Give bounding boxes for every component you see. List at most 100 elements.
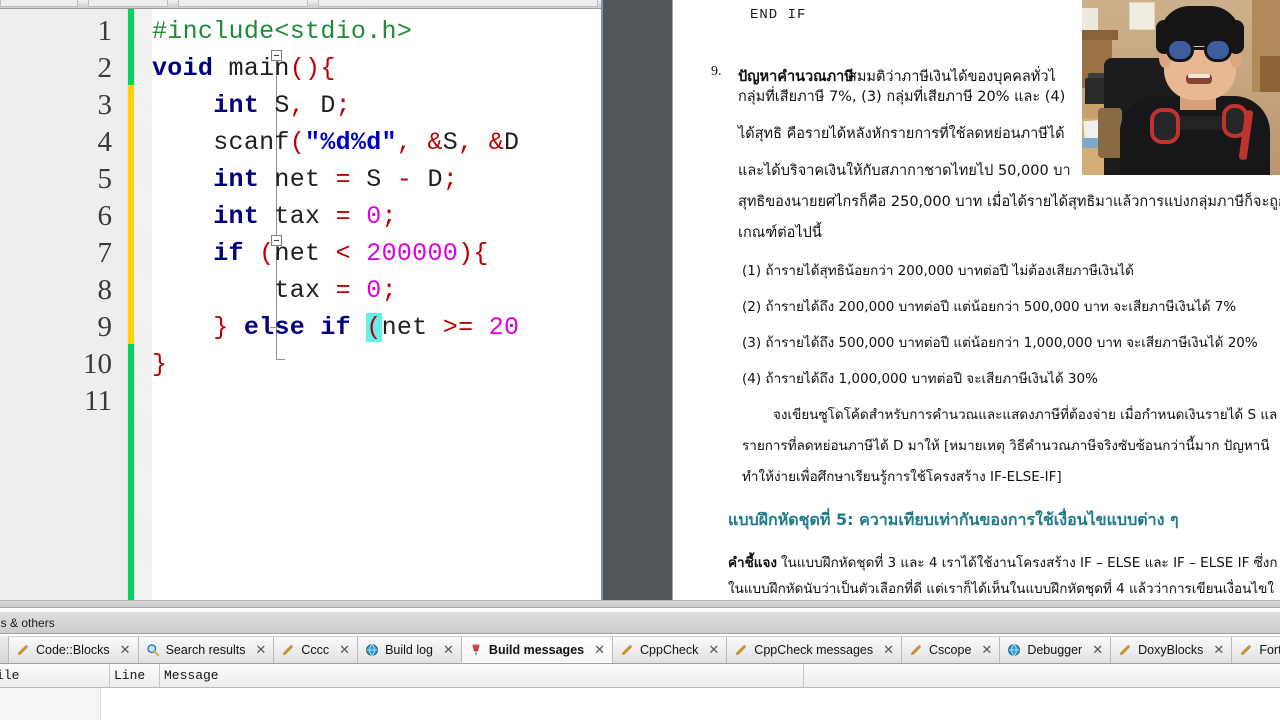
condition-3: (3) ถ้ารายได้ถึง 500,000 บาทต่อปี แต่น้อ… (742, 335, 1258, 351)
tab-label: Debugger (1027, 643, 1083, 657)
code-row[interactable]: 4 scanf("%d%d", &S, &D (0, 124, 603, 161)
messages-grid-divider-1 (100, 688, 101, 720)
code-row[interactable]: 10 } (0, 346, 603, 383)
panel-divider-dark-band (603, 0, 672, 603)
code-row[interactable]: 6 int tax = 0; (0, 198, 603, 235)
intro-line-6: เกณฑ์ต่อไปนี้ (738, 225, 822, 241)
tab-close-icon[interactable]: ✕ (1213, 642, 1224, 658)
webcam-glasses-right-lens (1204, 38, 1232, 62)
tab-label: Cccc (301, 643, 330, 657)
globe-icon (1007, 643, 1021, 657)
section-heading: แบบฝึกหัดชุดที่ 5: ความเทียบเท่ากันของกา… (728, 510, 1179, 529)
code-row[interactable]: 11 (0, 383, 603, 420)
tab-label: CppCheck (640, 643, 699, 657)
code-row[interactable]: 2 void main(){ (0, 50, 603, 87)
tab-label: Build messages (488, 642, 585, 657)
tab-label: CppCheck messages (754, 643, 874, 657)
task-line-3: ทำให้ง่ายเพื่อศึกษาเรียนรู้การใช้โครงสร้… (742, 469, 1062, 485)
panel-splitter[interactable] (0, 600, 1280, 608)
webcam-right-furniture (1260, 56, 1280, 92)
line-number: 6 (97, 200, 113, 232)
pencil-icon (16, 643, 30, 657)
search-icon (146, 643, 160, 657)
task-line-2: รายการที่ลดหย่อนภาษีได้ D มาให้ [หมายเหต… (742, 438, 1270, 454)
condition-2: (2) ถ้ารายได้ถึง 200,000 บาทต่อปี แต่น้อ… (742, 299, 1237, 315)
tab-close-icon[interactable]: ✕ (981, 642, 992, 658)
line-number: 4 (97, 126, 113, 158)
code-row[interactable]: 3 int S, D; (0, 87, 603, 124)
code-line-text[interactable]: } else if (net >= 20 (152, 309, 519, 346)
tab-label: Fortran info (1259, 643, 1280, 657)
intro-line-5: สุทธิของนายยศไกรก็คือ 250,000 บาท เมื่อไ… (738, 194, 1280, 210)
tab-close-icon[interactable]: ✕ (443, 642, 454, 658)
column-header-line[interactable]: Line (110, 664, 160, 687)
condition-4: (4) ถ้ารายได้ถึง 1,000,000 บาทต่อปี จะเส… (742, 371, 1098, 387)
pencil-icon (1239, 643, 1253, 657)
list-item-number: 9. (711, 64, 722, 79)
webcam-wall-poster (1129, 2, 1155, 30)
tab-cppcheck-messages[interactable]: CppCheck messages ✕ (726, 636, 903, 663)
tab-close-icon[interactable]: ✕ (594, 642, 605, 658)
code-lines: 1 #include<stdio.h> 2 void main(){ 3 int… (0, 13, 603, 420)
code-line-text[interactable]: int net = S - D; (152, 161, 458, 198)
pencil-icon (734, 643, 748, 657)
logs-tab-bar[interactable]: Code::Blocks ✕ Search results ✕ Cccc ✕ Build l… (0, 636, 1280, 664)
code-line-text[interactable]: scanf("%d%d", &S, &D (152, 124, 519, 161)
tab-close-icon[interactable]: ✕ (120, 642, 131, 658)
tab-cppcheck[interactable]: CppCheck ✕ (612, 636, 728, 663)
code-line-text[interactable]: } (152, 346, 167, 383)
code-line-text[interactable]: int S, D; (152, 87, 351, 124)
column-header-message[interactable]: Message (160, 664, 804, 687)
code-row[interactable]: 1 #include<stdio.h> (0, 13, 603, 50)
code-line-text[interactable]: tax = 0; (152, 272, 397, 309)
tab-cscope[interactable]: Cscope ✕ (901, 636, 1001, 663)
tab-cccc[interactable]: Cccc ✕ (273, 636, 359, 663)
column-header-file[interactable]: ile (0, 664, 110, 687)
code-row[interactable]: 9 } else if (net >= 20 (0, 309, 603, 346)
logs-panel-title: gs & others (0, 616, 55, 630)
code-row[interactable]: 7 if (net < 200000){ (0, 235, 603, 272)
condition-1: (1) ถ้ารายได้สุทธิน้อยกว่า 200,000 บาทต่… (742, 263, 1134, 279)
line-number: 5 (97, 163, 113, 195)
tab-close-icon[interactable]: ✕ (883, 642, 894, 658)
code-row[interactable]: 5 int net = S - D; (0, 161, 603, 198)
tab-doxyblocks[interactable]: DoxyBlocks ✕ (1110, 636, 1233, 663)
webcam-shelf-top (1082, 30, 1118, 40)
tab-search-results[interactable]: Search results ✕ (137, 636, 275, 663)
logs-panel-title-bar: gs & others (0, 612, 1280, 634)
tab-build-messages[interactable]: Build messages ✕ (460, 636, 614, 663)
tab-label: Cscope (929, 643, 972, 657)
tab-close-icon[interactable]: ✕ (1092, 642, 1103, 658)
tab-close-icon[interactable]: ✕ (255, 642, 266, 658)
webcam-glasses-bridge (1193, 47, 1205, 50)
toolbar-segment-3[interactable] (178, 0, 308, 7)
webcam-glasses-left-lens (1166, 38, 1194, 62)
tab-build-log[interactable]: Build log ✕ (357, 636, 462, 663)
tab-close-icon[interactable]: ✕ (339, 642, 350, 658)
code-line-text[interactable]: void main(){ (152, 50, 336, 87)
code-line-text[interactable]: #include<stdio.h> (152, 13, 412, 50)
line-number: 10 (83, 348, 112, 380)
line-number: 8 (97, 274, 113, 306)
task-line-1: จงเขียนซูโดโค้ดสำหรับการคำนวณและแสดงภาษี… (773, 407, 1278, 423)
pencil-icon (620, 643, 634, 657)
webcam-person-teeth (1188, 74, 1210, 78)
messages-grid-body[interactable] (0, 688, 1280, 720)
webcam-wall-notes (1082, 8, 1098, 30)
tab-label: Code::Blocks (36, 643, 110, 657)
tab-fortran-info[interactable]: Fortran info✕ (1231, 636, 1280, 663)
code-line-text[interactable]: if (net < 200000){ (152, 235, 489, 272)
code-editor[interactable]: 1 #include<stdio.h> 2 void main(){ 3 int… (0, 9, 603, 600)
tab-label: Search results (165, 643, 246, 657)
toolbar-segment-2[interactable] (88, 0, 168, 7)
intro-line-3: ได้สุทธิ คือรายได้หลังหักรายการที่ใช้ลดห… (738, 126, 1065, 142)
section-line-2: ในแบบฝึกหัดนับว่าเป็นตัวเลือกที่ดี แต่เร… (728, 581, 1274, 597)
code-row[interactable]: 8 tax = 0; (0, 272, 603, 309)
line-number: 2 (97, 52, 113, 84)
toolbar-segment-4[interactable] (318, 0, 598, 7)
code-line-text[interactable]: int tax = 0; (152, 198, 397, 235)
tab-debugger[interactable]: Debugger ✕ (999, 636, 1112, 663)
toolbar-segment-1[interactable] (0, 0, 78, 7)
tab-code-blocks[interactable]: Code::Blocks ✕ (8, 636, 139, 663)
tab-close-icon[interactable]: ✕ (708, 642, 719, 658)
